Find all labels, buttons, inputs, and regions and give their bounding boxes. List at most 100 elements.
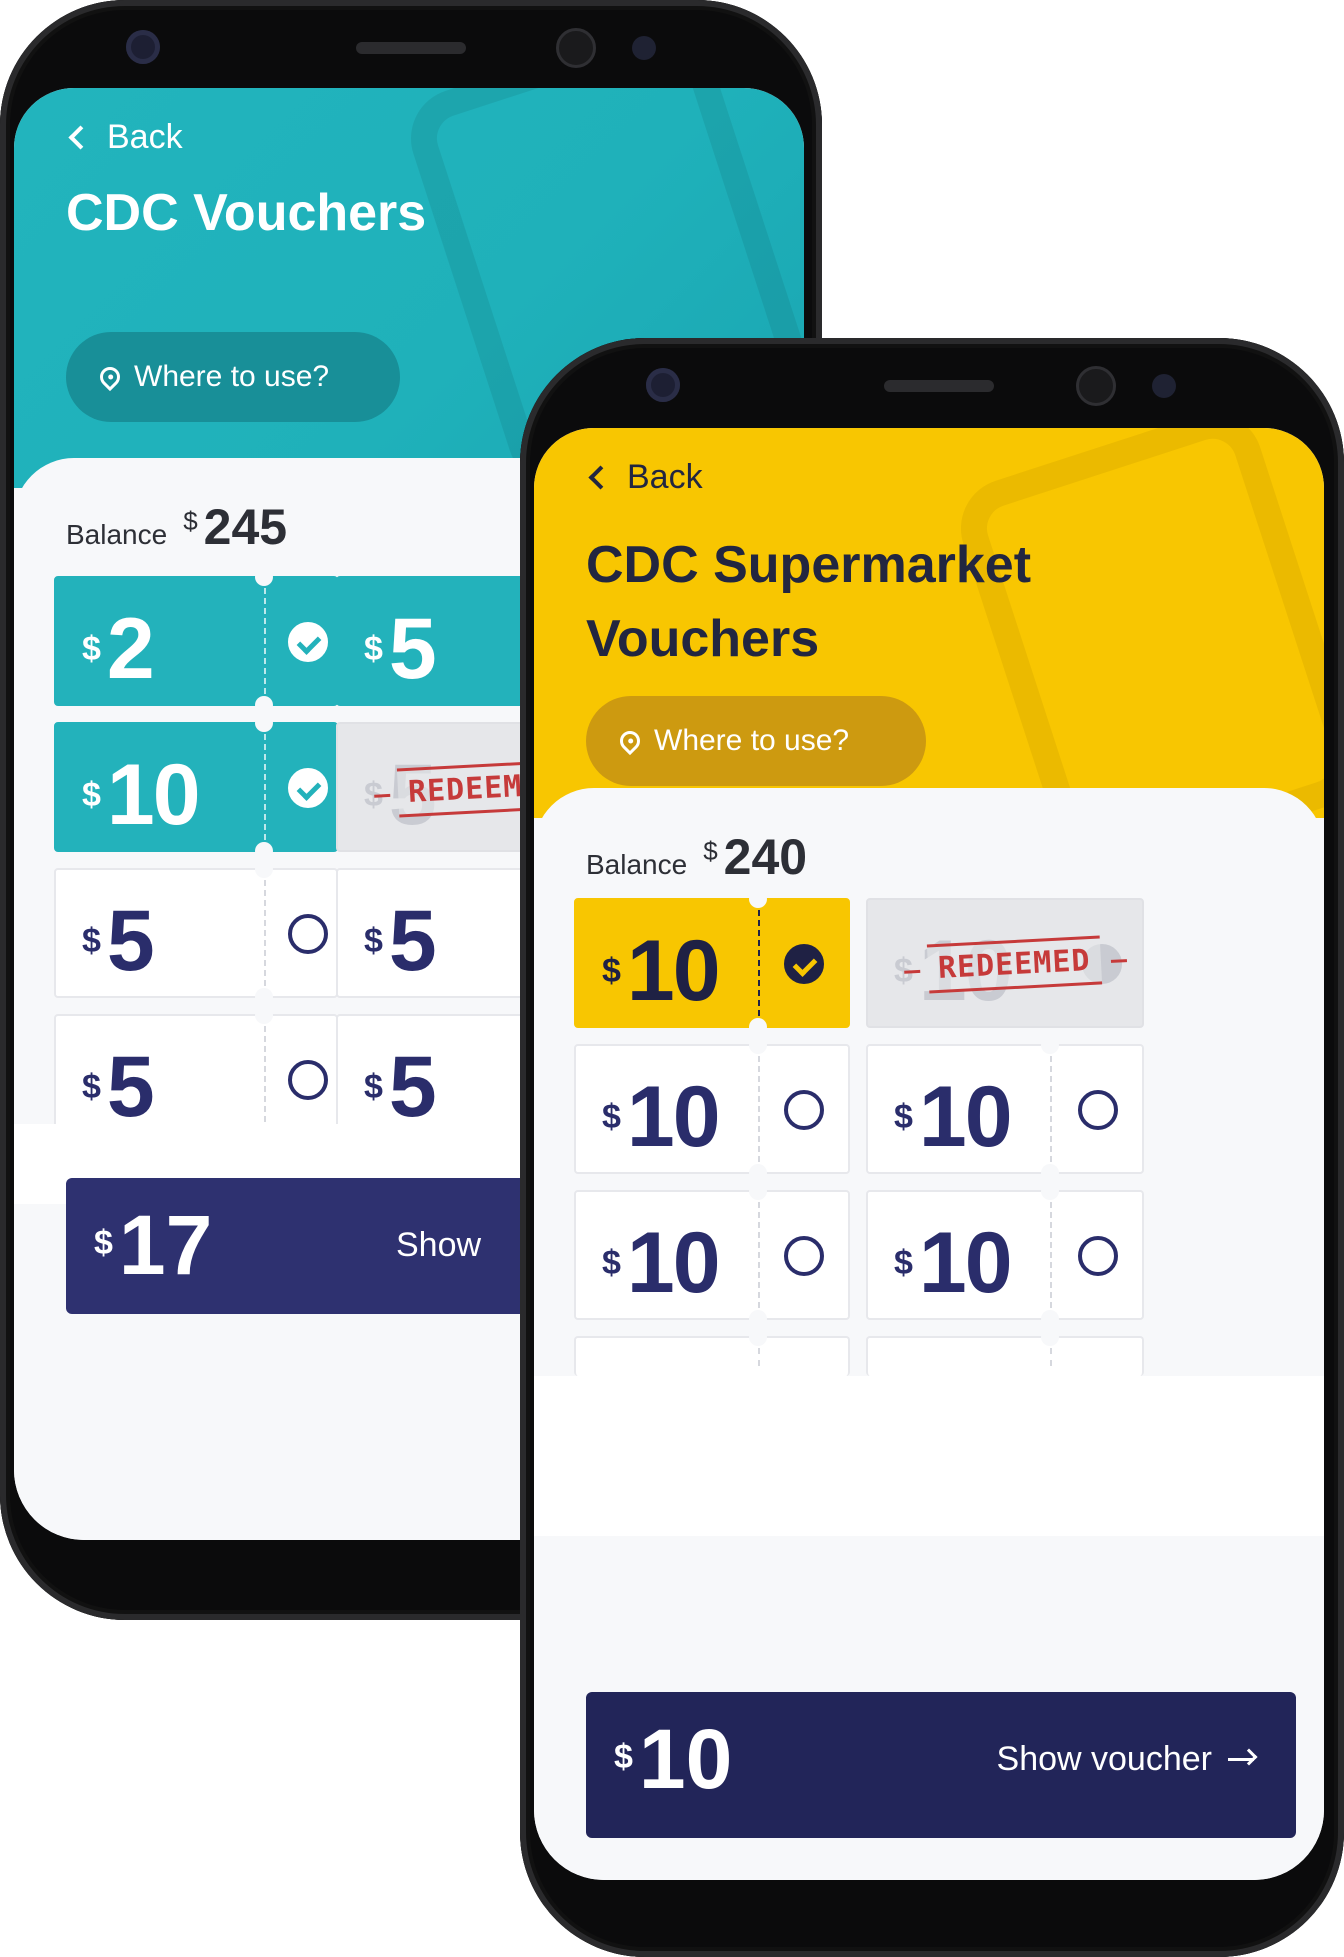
voucher-amount: 5 <box>388 601 437 697</box>
voucher-value: $5 <box>82 898 155 984</box>
list-fade <box>534 1376 1324 1536</box>
voucher-card-partial[interactable] <box>574 1328 850 1376</box>
voucher-value: $5 <box>364 893 437 989</box>
sensor-icon <box>556 28 596 68</box>
radio-icon[interactable] <box>288 1060 328 1100</box>
voucher-value: $5 <box>364 1039 437 1135</box>
radio-icon[interactable] <box>784 1090 824 1130</box>
radio-icon[interactable] <box>1078 1236 1118 1276</box>
voucher-card[interactable]: $10 <box>866 1182 1144 1328</box>
voucher-value: $2 <box>82 606 155 692</box>
radio-icon[interactable] <box>1078 1090 1118 1130</box>
voucher-card[interactable]: $2 <box>54 568 338 714</box>
chevron-left-icon <box>588 465 613 490</box>
show-label: Show <box>396 1226 482 1264</box>
page-title: CDC Vouchers <box>66 184 427 242</box>
notch <box>255 568 273 586</box>
show-voucher-button[interactable]: $10 Show voucher <box>586 1692 1296 1838</box>
check-icon[interactable] <box>784 944 824 984</box>
voucher-panel: Balance $ 240 $10 $10 REDEEMED $10 <box>534 788 1324 1880</box>
page-title-line-2: Vouchers <box>586 610 820 668</box>
voucher-amount: 10 <box>626 1069 721 1165</box>
voucher-card[interactable]: $5 <box>54 860 338 1006</box>
voucher-amount: 10 <box>918 1215 1013 1311</box>
front-camera-icon <box>126 30 160 64</box>
voucher-value: $10 <box>82 747 201 843</box>
radio-icon[interactable] <box>288 914 328 954</box>
notch <box>749 1328 767 1346</box>
notch <box>255 988 273 1006</box>
voucher-card-redeemed: $10 REDEEMED <box>866 898 1144 1028</box>
phone-top-bezel <box>0 0 822 90</box>
notch <box>749 1164 767 1182</box>
balance-currency: $ <box>183 506 198 536</box>
voucher-card[interactable]: $10 <box>574 1036 850 1182</box>
voucher-card[interactable]: $10 <box>574 1182 850 1328</box>
show-voucher-cta: Show voucher <box>997 1740 1254 1779</box>
balance-label: Balance <box>586 849 688 880</box>
notch <box>749 890 767 908</box>
voucher-card[interactable]: $10 <box>574 890 850 1036</box>
location-pin-icon <box>615 726 645 756</box>
header: Back CDC Supermarket Vouchers Where to u… <box>534 428 1324 889</box>
currency: $ <box>82 630 101 668</box>
check-icon[interactable] <box>288 768 328 808</box>
currency: $ <box>94 1224 113 1262</box>
perforation <box>264 734 266 840</box>
currency: $ <box>82 1068 101 1106</box>
show-voucher-label: Show voucher <box>996 1740 1212 1778</box>
notch <box>255 842 273 860</box>
front-camera-icon <box>646 368 680 402</box>
notch <box>749 1018 767 1036</box>
voucher-amount: 10 <box>106 747 201 843</box>
perforation <box>1050 1202 1052 1308</box>
redeemed-stamp: REDEEMED <box>926 935 1102 994</box>
balance-amount: 240 <box>723 829 808 885</box>
perforation <box>1050 1056 1052 1162</box>
perforation <box>264 880 266 986</box>
currency: $ <box>364 922 383 960</box>
back-button[interactable]: Back <box>586 458 703 497</box>
currency: $ <box>602 952 621 990</box>
where-to-use-button[interactable]: Where to use? <box>66 332 400 422</box>
selected-total: $17 <box>94 1200 212 1290</box>
notch <box>749 1310 767 1328</box>
where-to-use-button[interactable]: Where to use? <box>586 696 926 786</box>
balance-currency: $ <box>703 836 718 866</box>
notch <box>255 1006 273 1024</box>
notch <box>255 714 273 732</box>
perforation <box>758 1202 760 1308</box>
total-amount: 17 <box>118 1198 213 1292</box>
notch <box>1041 1182 1059 1200</box>
voucher-amount: 5 <box>388 1039 437 1135</box>
sensor-icon <box>1076 366 1116 406</box>
notch <box>255 696 273 714</box>
perforation <box>264 588 266 694</box>
radio-icon[interactable] <box>784 1236 824 1276</box>
notch <box>1041 1164 1059 1182</box>
voucher-value: $10 <box>602 1069 721 1165</box>
voucher-value: $10 <box>894 1074 1013 1160</box>
total-amount: 10 <box>638 1712 733 1806</box>
voucher-card[interactable]: $10 <box>866 1036 1144 1182</box>
sensor-dot-icon <box>632 36 656 60</box>
currency: $ <box>82 776 101 814</box>
voucher-value: $5 <box>82 1044 155 1130</box>
voucher-value: $10 <box>602 1220 721 1306</box>
location-pin-icon <box>95 362 125 392</box>
back-button[interactable]: Back <box>66 118 183 157</box>
screen: Back CDC Supermarket Vouchers Where to u… <box>534 428 1324 1880</box>
perforation <box>758 1348 760 1366</box>
voucher-amount: 5 <box>388 893 437 989</box>
voucher-value: $10 <box>602 928 721 1014</box>
check-icon[interactable] <box>288 622 328 662</box>
voucher-card[interactable]: $10 <box>54 714 338 860</box>
sensor-dot-icon <box>1152 374 1176 398</box>
where-to-use-label: Where to use? <box>134 360 330 393</box>
selected-total: $10 <box>614 1714 732 1804</box>
voucher-card-partial[interactable] <box>866 1328 1144 1376</box>
back-label: Back <box>107 118 183 156</box>
arrow-right-icon <box>1228 1758 1254 1761</box>
currency: $ <box>602 1244 621 1282</box>
speaker-grille <box>356 42 466 54</box>
